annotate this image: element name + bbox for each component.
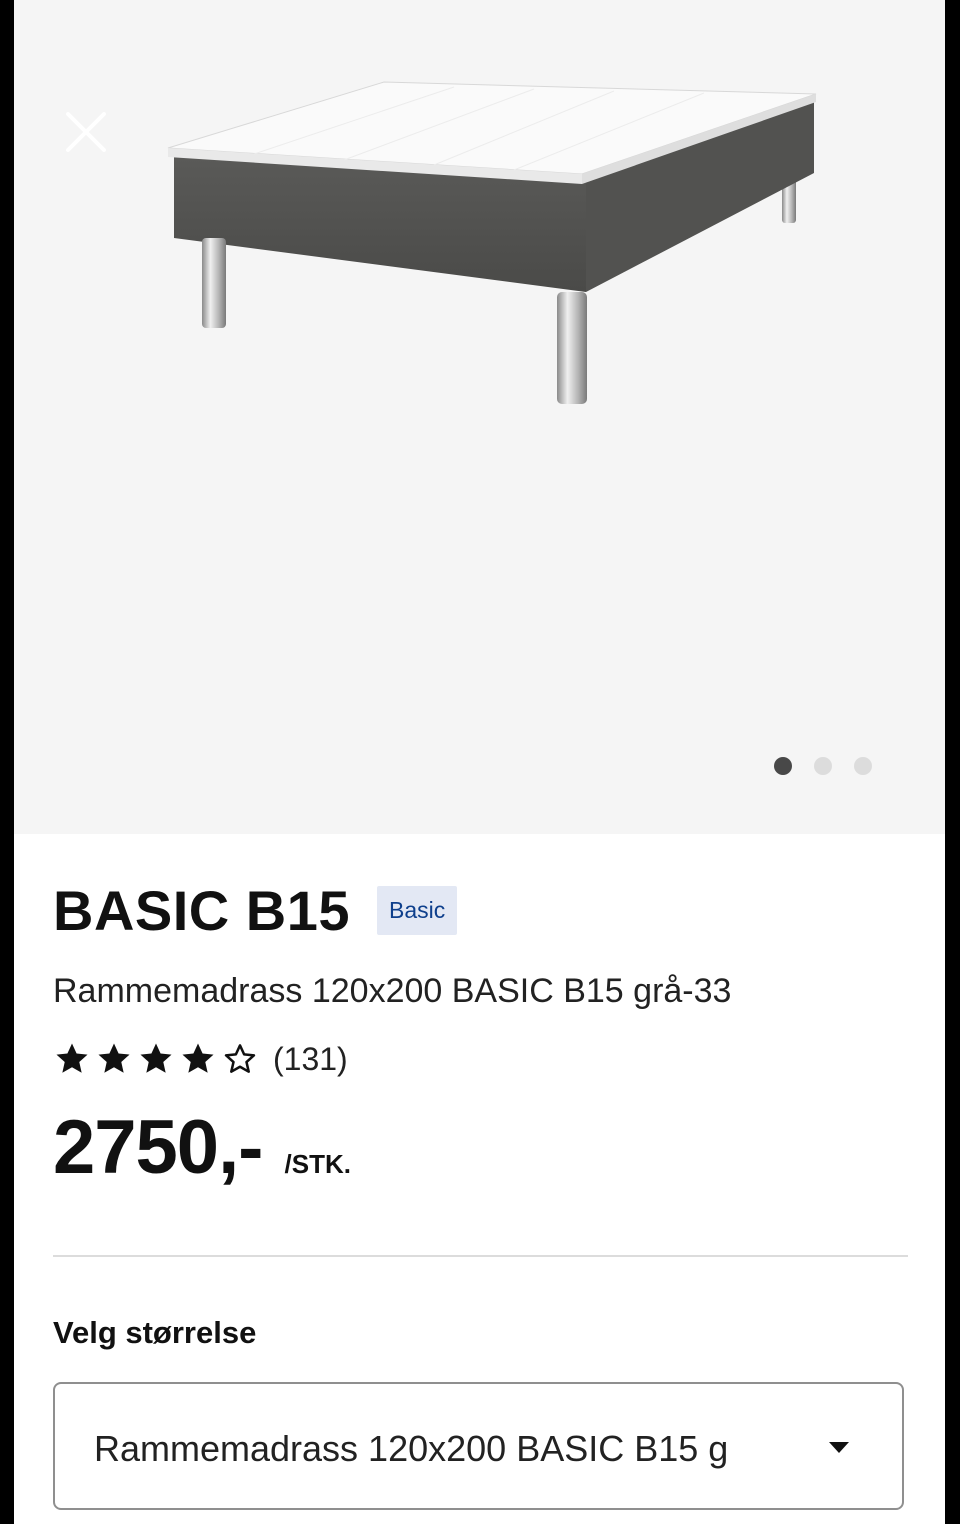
product-title: BASIC B15 <box>53 879 351 942</box>
close-icon <box>66 112 106 152</box>
divider <box>53 1255 908 1257</box>
size-select-dropdown[interactable]: Rammemadrass 120x200 BASIC B15 g <box>53 1382 904 1510</box>
title-row: BASIC B15 Basic <box>53 878 458 943</box>
review-count: (131) <box>273 1040 348 1077</box>
rating-summary[interactable]: (131) <box>53 1040 348 1078</box>
product-page: BASIC B15 Basic Rammemadrass 120x200 BAS… <box>14 0 945 1524</box>
chevron-down-icon <box>829 1442 849 1453</box>
size-selector-label: Velg størrelse <box>53 1315 257 1350</box>
price-row: 2750,- /STK. <box>53 1104 351 1191</box>
price-unit: /STK. <box>284 1149 351 1179</box>
star-filled-icon <box>182 1043 214 1073</box>
star-filled-icon <box>56 1043 88 1073</box>
star-rating <box>53 1040 259 1078</box>
product-description: Rammemadrass 120x200 BASIC B15 grå-33 <box>53 972 732 1010</box>
pagination-dot-1[interactable] <box>774 757 792 775</box>
star-filled-icon <box>98 1043 130 1073</box>
star-outline-icon <box>224 1044 256 1073</box>
gallery-pagination <box>774 756 872 776</box>
close-button[interactable] <box>60 106 112 158</box>
pagination-dot-2[interactable] <box>814 757 832 775</box>
product-price: 2750,- <box>53 1105 263 1190</box>
product-image <box>167 81 817 404</box>
pagination-dot-3[interactable] <box>854 757 872 775</box>
product-image-gallery[interactable] <box>14 0 945 834</box>
size-select-value: Rammemadrass 120x200 BASIC B15 g <box>94 1428 729 1469</box>
star-filled-icon <box>140 1043 172 1073</box>
product-badge: Basic <box>377 886 458 935</box>
